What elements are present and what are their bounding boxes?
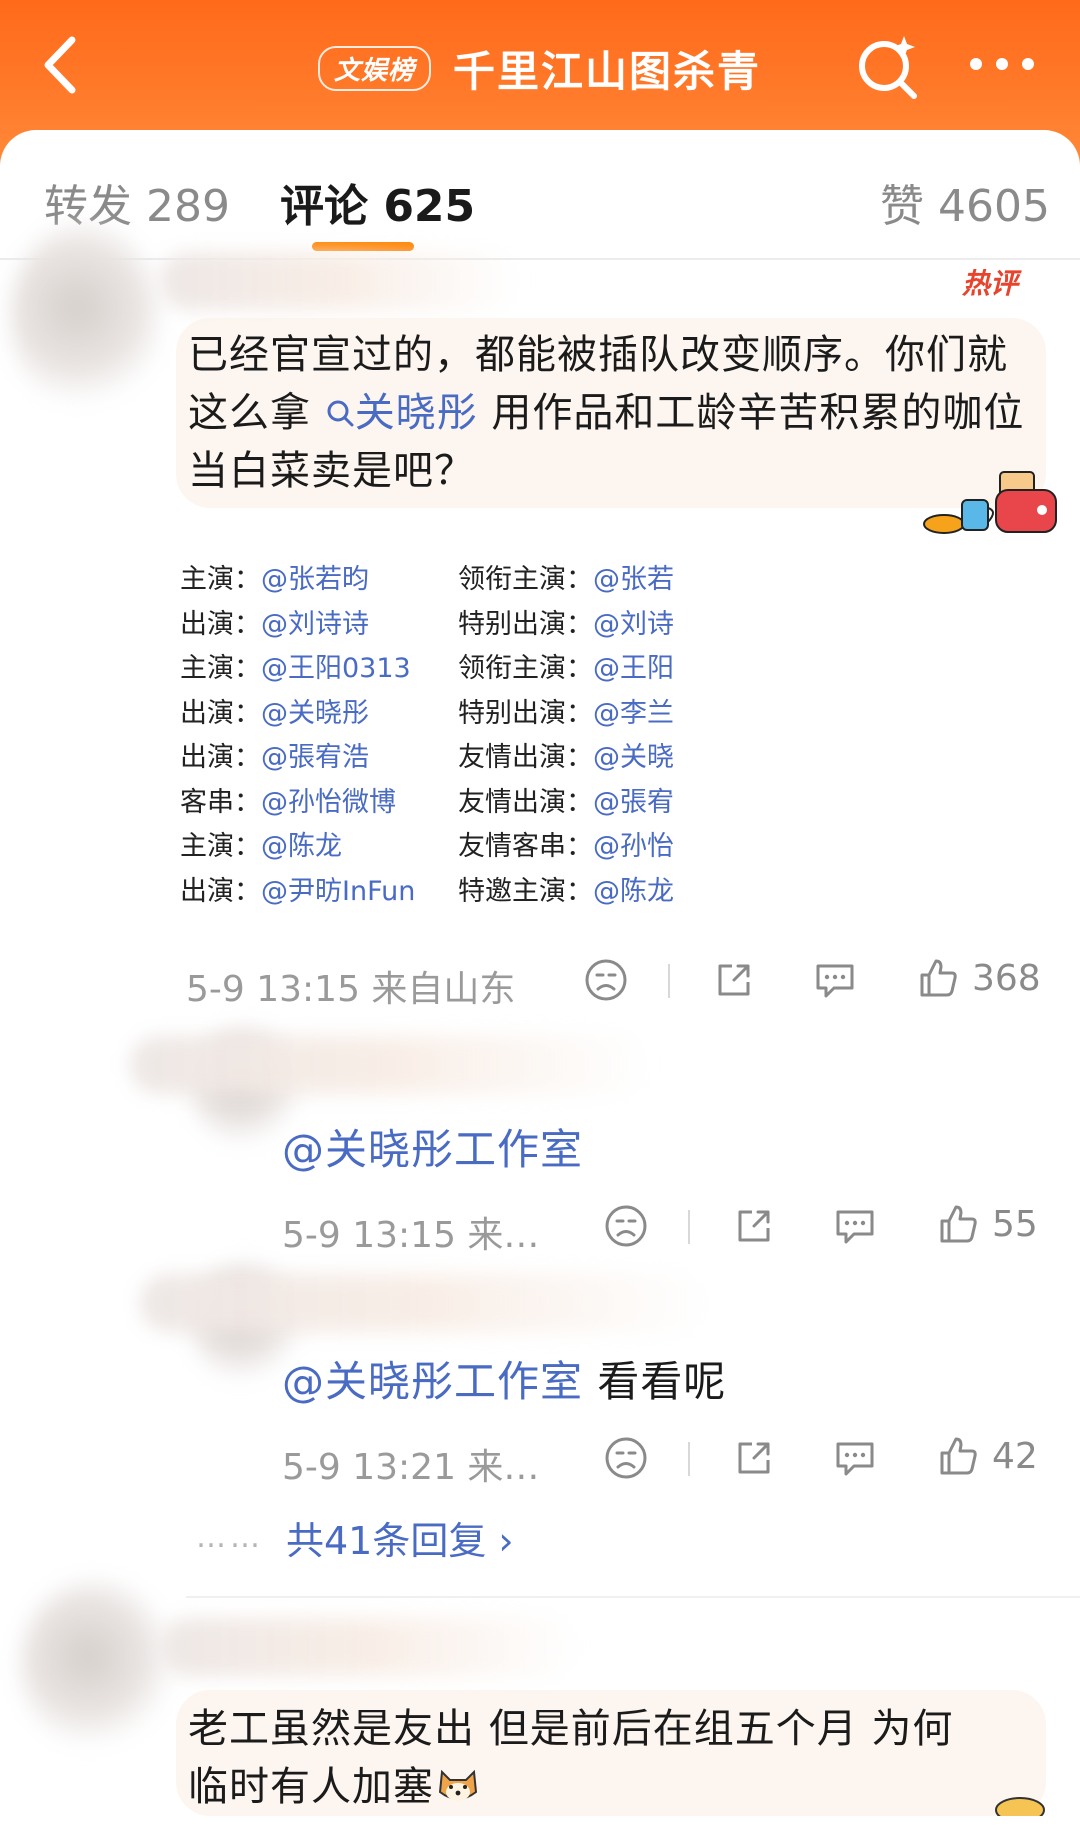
action-separator (668, 964, 670, 998)
like-count: 55 (992, 1203, 1038, 1245)
share-icon (738, 1442, 770, 1474)
avatar[interactable] (20, 1580, 170, 1750)
share-button[interactable] (732, 1436, 776, 1480)
username[interactable] (140, 1274, 710, 1332)
username[interactable] (160, 1618, 580, 1676)
more-replies-label: 共41条回复 › (286, 1519, 514, 1563)
reply-button[interactable] (832, 1436, 878, 1480)
reply-button[interactable] (832, 1204, 878, 1248)
sticker-emoji (990, 1784, 1050, 1823)
username[interactable] (160, 252, 520, 310)
share-button[interactable] (712, 958, 756, 1002)
list-item: 特别出演：@刘诗 (458, 608, 674, 640)
like-button[interactable]: 42 (936, 1434, 1038, 1478)
list-item: 友情出演：@关晓 (458, 742, 674, 773)
sticker-icon (995, 1797, 1045, 1823)
page-title[interactable]: 千里江山图杀青 (453, 38, 761, 99)
comment-text-line: 临时有人加塞 (188, 1758, 1048, 1816)
list-item: 出演：@关晓彤 (180, 697, 369, 729)
share-icon (718, 964, 750, 996)
action-separator (688, 1210, 690, 1244)
list-item: 特别出演：@李兰 (458, 697, 674, 729)
reply-timestamp-location: 5-9 13:21 来… (282, 1447, 540, 1488)
more-dots-icon (970, 58, 1034, 70)
thumbs-up-icon (940, 1437, 977, 1475)
tab-active-indicator (312, 242, 414, 251)
toaster-sticker-icon (923, 471, 1057, 534)
tab-comments[interactable]: 评论 625 (280, 170, 475, 234)
avatar[interactable] (10, 222, 160, 412)
hot-comment-tag: 热评 (962, 267, 1019, 300)
list-item: 客串：@孙怡微博 (180, 786, 396, 818)
reply-text[interactable]: @关晓彤工作室 看看呢 (282, 1348, 726, 1409)
share-icon (738, 1210, 770, 1242)
more-button[interactable] (962, 44, 1042, 84)
list-item: 主演：@陈龙 (180, 831, 342, 862)
share-button[interactable] (732, 1204, 776, 1248)
back-button[interactable] (36, 30, 96, 100)
cast-list-right: 领衔主演：@张若 特别出演：@刘诗 领衔主演：@王阳 特别出演：@李兰 友情出演… (458, 558, 674, 914)
list-item: 领衔主演：@张若 (458, 564, 674, 595)
comment-text[interactable]: 已经官宣过的，都能被插队改变顺序。你们就这么拿 关晓彤 用作品和工龄辛苦积累的咖… (188, 326, 1028, 500)
comment-timestamp-location: 5-9 13:15 来自山东 (186, 969, 516, 1010)
comment-bubble-icon (816, 964, 854, 998)
like-button[interactable]: 368 (916, 956, 1041, 1000)
reply-text[interactable]: @关晓彤工作室 (282, 1116, 583, 1177)
list-item: 友情客串：@孙怡 (458, 831, 674, 862)
list-item: 友情出演：@張宥 (458, 786, 674, 818)
mention-link[interactable]: 关晓彤 (311, 390, 478, 436)
reply-text-part: 看看呢 (583, 1357, 727, 1406)
search-sparkle-icon (859, 36, 917, 99)
shiba-emoji-icon (438, 1769, 478, 1801)
header-center: 文娱榜 千里江山图杀青 (318, 38, 761, 98)
frown-icon (605, 1205, 647, 1247)
comment-text[interactable]: 老工虽然是友出 但是前后在组五个月 为何 临时有人加塞 (188, 1700, 1048, 1816)
dislike-button[interactable] (604, 1436, 648, 1480)
comment-bubble-icon (836, 1442, 874, 1476)
list-item: 特邀主演：@陈龙 (458, 875, 674, 907)
ranking-badge[interactable]: 文娱榜 (318, 45, 432, 91)
frown-icon (585, 959, 627, 1001)
list-item: 领衔主演：@王阳 (458, 653, 674, 684)
search-button[interactable] (852, 30, 924, 102)
cast-list-image[interactable]: 主演：@张若昀 出演：@刘诗诗 主演：@王阳0313 出演：@关晓彤 出演：@張… (180, 558, 680, 918)
list-item: 出演：@尹昉InFun (180, 875, 416, 907)
like-count: 368 (972, 957, 1041, 999)
tab-likes[interactable]: 赞 4605 (880, 170, 1050, 234)
reply-button[interactable] (812, 958, 858, 1002)
list-item: 出演：@刘诗诗 (180, 608, 369, 640)
list-item: 主演：@张若昀 (180, 564, 369, 595)
comment-text-part: 临时有人加塞 (188, 1764, 434, 1810)
tab-bar: 转发 289 评论 625 赞 4605 (0, 130, 1080, 260)
frown-icon (605, 1437, 647, 1479)
reply-timestamp-location: 5-9 13:15 来… (282, 1215, 540, 1256)
thumbs-up-icon (940, 1205, 977, 1243)
mention-link[interactable]: @关晓彤工作室 (282, 1125, 583, 1174)
thumbs-up-icon (920, 959, 957, 997)
search-icon (327, 400, 354, 427)
mention-name: 关晓彤 (354, 390, 478, 436)
dislike-button[interactable] (604, 1204, 648, 1248)
cast-list-left: 主演：@张若昀 出演：@刘诗诗 主演：@王阳0313 出演：@关晓彤 出演：@張… (180, 558, 415, 914)
action-separator (688, 1442, 690, 1476)
more-replies-link[interactable]: …… 共41条回复 › (196, 1510, 514, 1565)
back-icon (44, 36, 76, 94)
dislike-button[interactable] (584, 958, 628, 1002)
mention-link[interactable]: @关晓彤工作室 (282, 1357, 583, 1406)
like-count: 42 (992, 1435, 1038, 1477)
list-item: 出演：@張宥浩 (180, 742, 369, 773)
list-item: 主演：@王阳0313 (180, 653, 411, 684)
comment-bubble-icon (836, 1210, 874, 1244)
sticker-emoji (922, 466, 1062, 542)
comment-divider (186, 1596, 1080, 1598)
like-button[interactable]: 55 (936, 1202, 1038, 1246)
dots-divider: …… (196, 1520, 264, 1555)
username[interactable] (130, 1036, 650, 1094)
comment-text-line: 老工虽然是友出 但是前后在组五个月 为何 (188, 1706, 954, 1752)
